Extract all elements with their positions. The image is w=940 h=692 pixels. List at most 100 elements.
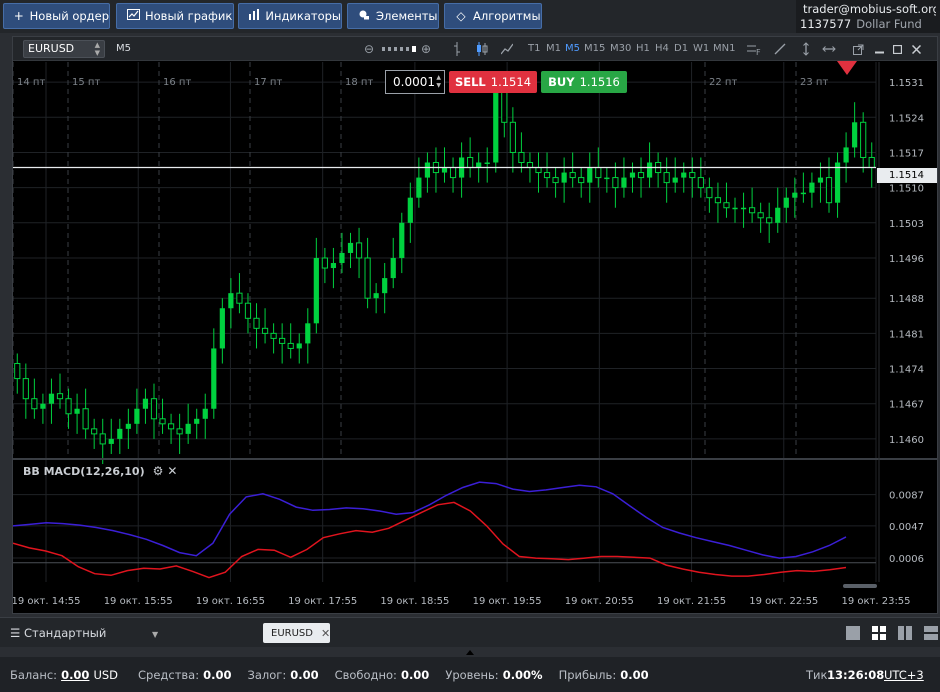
time-tick-label: 19 окт. 14:55 [13,596,81,607]
algorithms-button[interactable]: ◇ Алгоритмы [444,3,542,29]
candle [236,273,243,314]
candle [612,162,619,208]
minimize-icon[interactable] [873,40,885,58]
close-icon[interactable] [910,40,922,58]
timeframe-m1[interactable]: M1 [546,43,561,54]
balance-value[interactable]: 0.00 [61,668,89,682]
zoom-in-icon[interactable]: ⊕ [419,40,433,58]
candle [305,308,311,364]
candle [834,152,841,218]
candle [852,102,858,158]
candle [458,142,465,198]
candle [817,162,824,203]
macd-indicator-title: BB MACD(12,26,10) ⚙ ✕ [23,464,177,478]
line-chart-type-icon[interactable] [500,40,514,58]
timeframe-h1[interactable]: H1 [636,43,650,54]
timezone-select[interactable]: UTC+3 [884,668,924,682]
candle [211,328,217,419]
timeframe-w1[interactable]: W1 [693,43,709,54]
candle [22,363,29,419]
timeframe-h4[interactable]: H4 [655,43,669,54]
timeframe-m15[interactable]: M15 [584,43,605,54]
elements-button[interactable]: Элементы [347,3,439,29]
horizontal-line-tool-icon[interactable] [821,40,837,58]
candle [176,413,183,454]
candle [663,157,670,203]
new-chart-label: Новый график [145,9,233,23]
top-toolbar: + Новый ордер Новый график Индикаторы Эл… [0,0,940,33]
layout-rows-icon[interactable] [924,626,938,640]
zoom-slider[interactable] [380,40,420,58]
svg-text:F: F [756,48,761,55]
time-tick-label: 19 окт. 17:55 [288,596,357,607]
candle [432,147,440,193]
candle [313,237,319,334]
candle [843,132,849,183]
lot-size-input[interactable]: 0.0001 ▲ ▼ [385,70,445,94]
day-label: 23 пт [800,77,828,88]
timeframe-m5[interactable]: M5 [565,43,580,54]
day-label: 17 пт [254,77,282,88]
vertical-line-tool-icon[interactable] [799,40,813,58]
candle [65,388,72,429]
gear-icon[interactable]: ⚙ [153,464,164,478]
candle [31,378,38,419]
account-fund: Dollar Fund [856,16,922,31]
layout-columns-icon[interactable] [898,626,912,640]
candle [561,157,567,203]
timeframe-d1[interactable]: D1 [674,43,688,54]
macd-tick-label: 0.0047 [889,522,924,533]
sell-button[interactable]: SELL 1.1514 [449,71,537,93]
new-chart-button[interactable]: Новый график [116,3,234,29]
margin-level-label: Уровень: [445,667,499,682]
candle [825,157,833,213]
zoom-out-icon[interactable]: ⊖ [362,40,376,58]
workspace-select[interactable]: ☰ Стандартный ▼ [10,626,158,640]
balance-currency: USD [93,667,119,682]
layout-single-icon[interactable] [846,626,860,640]
close-indicator-icon[interactable]: ✕ [167,464,177,478]
diamond-icon: ◇ [456,9,466,23]
bar-chart-type-icon[interactable] [450,40,464,58]
plus-icon: + [13,9,24,23]
candle [809,172,815,208]
elements-icon [357,9,371,23]
chart-plot[interactable]: 1.1531 1.1524 1.1517 1.1510 1.1503 1.1496 1.14… [13,62,937,613]
buy-button[interactable]: BUY 1.1516 [541,71,627,93]
candle [637,157,645,198]
popout-icon[interactable] [851,40,865,58]
price-tick-label: 1.1496 [889,254,924,265]
price-tick-label: 1.1503 [889,219,924,230]
day-label: 15 пт [72,77,100,88]
panel-divider[interactable] [0,647,940,657]
timeframe-t1[interactable]: T1 [528,43,540,54]
macd-tick-label: 0.0087 [889,491,924,502]
free-margin-value: 0.00 [400,667,430,682]
timeframe-mn1[interactable]: MN1 [713,43,735,54]
account-info[interactable]: trader@mobius-soft.org 1137577 Dollar Fu… [796,0,940,33]
new-order-button[interactable]: + Новый ордер [3,3,110,29]
timeframe-m30[interactable]: M30 [610,43,631,54]
candle [202,393,208,439]
day-label: 16 пт [163,77,191,88]
trendline-tool-icon[interactable] [773,40,787,58]
candle [142,388,149,424]
algorithms-label: Алгоритмы [473,9,541,23]
candle [185,403,191,444]
candle [587,152,593,203]
close-tab-icon[interactable]: ✕ [321,627,330,640]
candle [330,247,337,289]
candle [194,408,200,439]
period-label: M5 [116,43,131,54]
maximize-icon[interactable] [891,40,903,58]
price-tick-label: 1.1467 [889,400,924,411]
chart-settings-icon[interactable]: F [746,40,762,58]
indicators-button[interactable]: Индикаторы [238,3,342,29]
layout-grid-icon[interactable] [872,626,886,640]
chart-tab-eurusd[interactable]: EURUSD ✕ [263,623,330,643]
candle-chart-type-icon[interactable] [475,40,489,58]
equity-value: 0.00 [203,667,232,682]
candle [749,187,756,223]
symbol-select[interactable]: EURUSD ▲ ▼ [23,40,105,58]
candle [117,418,123,454]
